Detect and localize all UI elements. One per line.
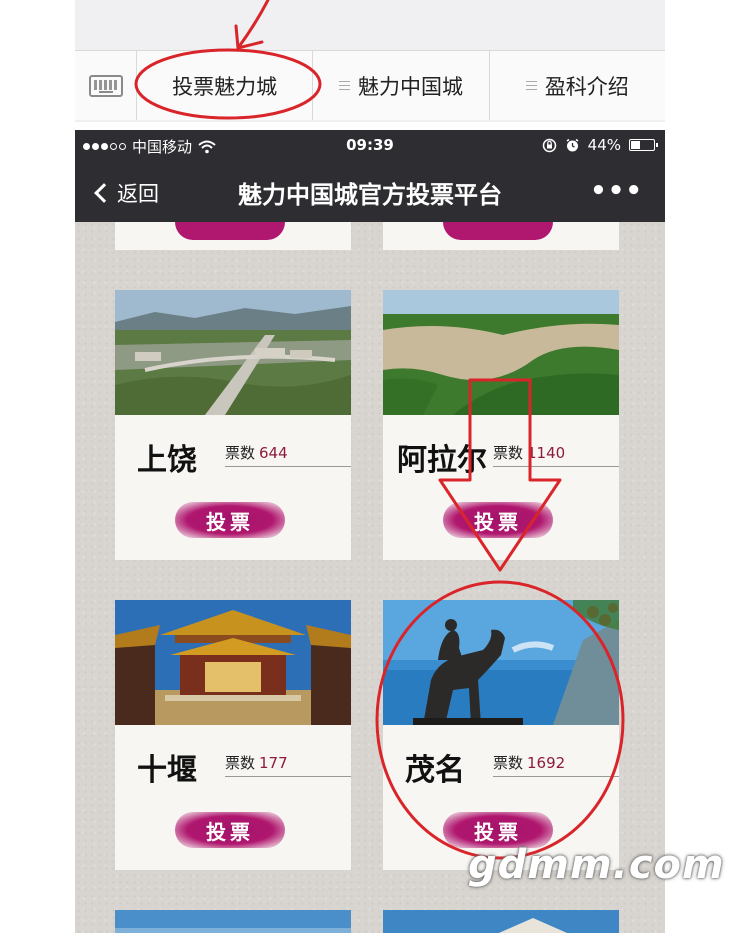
status-right: 44%	[542, 136, 658, 154]
vote-button[interactable]: 投票	[175, 502, 285, 538]
city-card: 茂名 票数 1692 投票	[383, 600, 619, 870]
vote-button[interactable]: 投票	[443, 502, 553, 538]
city-name: 十堰	[137, 753, 197, 788]
page-title: 魅力中国城官方投票平台	[238, 181, 502, 209]
menu-item-vote-charm-city[interactable]: 投票魅力城	[137, 51, 314, 120]
vote-count-value: 1140	[527, 444, 566, 462]
city-name: 阿拉尔	[397, 443, 487, 478]
city-card: 上饶 票数 644 投票	[115, 290, 351, 560]
menu-item-yingke-intro[interactable]: 盈科介绍	[490, 51, 665, 120]
menu-item-charm-china-city[interactable]: 魅力中国城	[313, 51, 490, 120]
keyboard-toggle-button[interactable]	[75, 51, 137, 120]
vote-count-label: 票数	[225, 444, 256, 462]
submenu-icon	[338, 81, 350, 90]
battery-percent: 44%	[587, 136, 621, 154]
vote-count-label: 票数	[493, 754, 524, 772]
city-card-partial	[383, 910, 619, 933]
city-photo	[383, 600, 619, 725]
city-photo	[115, 290, 351, 415]
vote-count-value: 177	[259, 754, 288, 772]
vote-count-value: 644	[259, 444, 288, 462]
menu-item-label: 投票魅力城	[172, 74, 278, 99]
battery-fill	[631, 141, 640, 149]
more-button[interactable]: •••	[590, 176, 643, 206]
city-photo	[115, 600, 351, 725]
city-card: 阿拉尔 票数 1140 投票	[383, 290, 619, 560]
menu-item-label: 魅力中国城	[357, 74, 463, 99]
vote-count-label: 票数	[225, 754, 256, 772]
city-card-partial	[115, 222, 351, 250]
vote-button-partial[interactable]	[175, 222, 285, 240]
vote-count: 票数 1140	[493, 442, 619, 467]
alarm-icon	[566, 138, 579, 151]
watermark: gdmm.com	[468, 842, 725, 888]
keyboard-icon	[88, 74, 123, 97]
city-card-partial	[115, 910, 351, 933]
phone-screenshot: 中国移动 09:39 44% 返回 魅力中国城官方投票平台 ••• 上饶 票数 …	[75, 130, 665, 933]
city-name: 茂名	[405, 753, 465, 788]
city-photo-partial	[115, 910, 351, 933]
vote-count: 票数 1692	[493, 752, 619, 777]
vote-count: 票数 177	[225, 752, 351, 777]
battery-icon	[629, 139, 658, 151]
vote-button[interactable]: 投票	[175, 812, 285, 848]
city-card-partial	[383, 222, 619, 250]
nav-bar: 返回 魅力中国城官方投票平台 •••	[75, 162, 665, 222]
vote-count: 票数 644	[225, 442, 351, 467]
vote-button-partial[interactable]	[443, 222, 553, 240]
menu-bar: 投票魅力城 魅力中国城 盈科介绍	[75, 50, 665, 120]
city-photo	[383, 290, 619, 415]
vote-count-label: 票数	[493, 444, 524, 462]
vote-count-value: 1692	[527, 754, 566, 772]
city-photo-partial	[383, 910, 619, 933]
wechat-menu-screenshot: 投票魅力城 魅力中国城 盈科介绍	[75, 0, 665, 122]
status-bar: 中国移动 09:39 44%	[75, 130, 665, 162]
menu-item-label: 盈科介绍	[544, 74, 629, 99]
orientation-lock-icon	[542, 138, 556, 152]
city-name: 上饶	[137, 443, 197, 478]
city-card: 十堰 票数 177 投票	[115, 600, 351, 870]
submenu-icon	[525, 81, 537, 90]
